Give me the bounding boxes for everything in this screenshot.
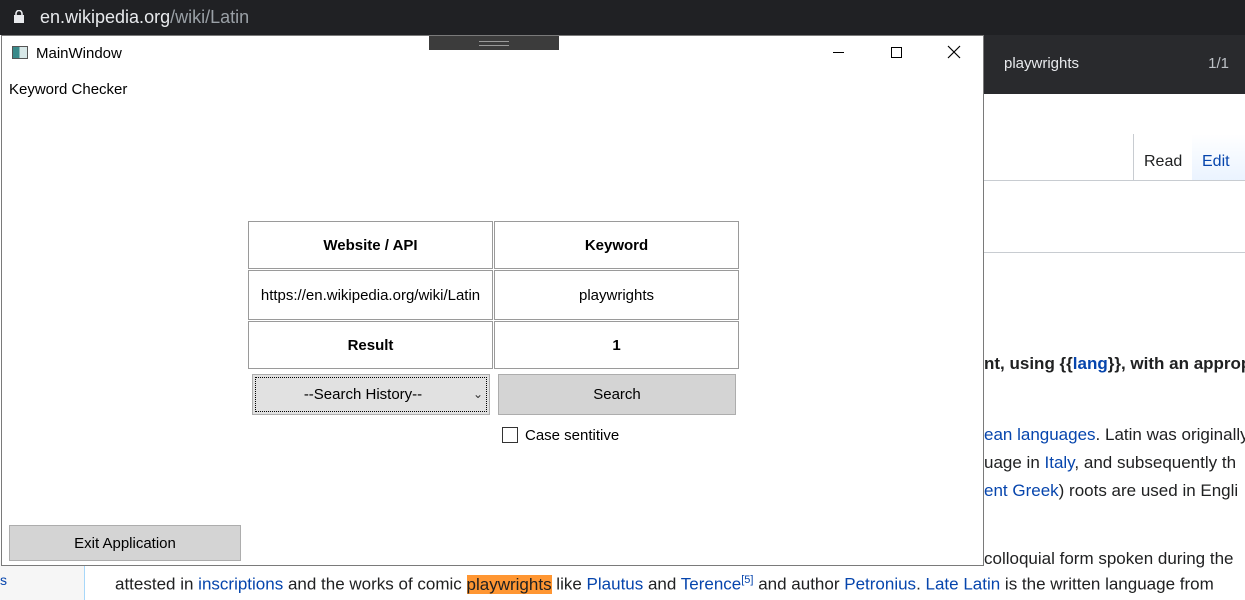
paragraph-line: uage in Italy, and subsequently th bbox=[984, 453, 1236, 473]
paragraph-text: like bbox=[551, 574, 587, 594]
paragraph-text: , and subsequently th bbox=[1074, 453, 1237, 472]
petronius-link[interactable]: Petronius bbox=[844, 575, 916, 594]
case-sensitive-label: Case sentitive bbox=[525, 427, 620, 444]
paragraph-text: and author bbox=[753, 574, 845, 594]
paragraph-text: and the works of comic bbox=[283, 574, 467, 594]
exit-application-button[interactable]: Exit Application bbox=[9, 525, 241, 561]
reference-link[interactable]: [5] bbox=[741, 574, 753, 586]
window-title: MainWindow bbox=[36, 45, 122, 62]
close-icon bbox=[947, 45, 961, 59]
paragraph-line: ent Greek) roots are used in Engli bbox=[984, 481, 1238, 501]
search-history-dropdown[interactable]: --Search History-- ⌄ bbox=[252, 374, 490, 415]
paragraph-line: colloquial form spoken during the bbox=[984, 549, 1234, 568]
paragraph-text: and bbox=[643, 574, 681, 594]
paragraph-text: uage in bbox=[984, 453, 1045, 472]
inscriptions-link[interactable]: inscriptions bbox=[198, 575, 283, 594]
paragraph-text: . Latin was originally bbox=[1095, 425, 1245, 444]
find-bar: playwrights 1/1 bbox=[984, 35, 1245, 94]
greek-link[interactable]: ent Greek bbox=[984, 481, 1059, 500]
paragraph-text: attested in bbox=[115, 574, 199, 594]
close-button[interactable] bbox=[931, 36, 977, 68]
wiki-header-area bbox=[984, 138, 1132, 181]
terence-link[interactable]: Terence bbox=[681, 575, 741, 594]
lang-link[interactable]: lang bbox=[1073, 354, 1108, 373]
tab-read[interactable]: Read bbox=[1133, 134, 1193, 181]
hatnote-suffix: }}, with an approp bbox=[1107, 354, 1245, 373]
heading-divider bbox=[984, 252, 1245, 253]
minimize-button[interactable] bbox=[815, 36, 861, 68]
search-button[interactable]: Search bbox=[498, 374, 736, 415]
keyword-input[interactable]: playwrights bbox=[494, 270, 739, 320]
tab-edit[interactable]: Edit bbox=[1192, 134, 1245, 181]
wiki-sidebar: s bbox=[0, 560, 85, 600]
result-label: Result bbox=[248, 321, 493, 369]
find-query[interactable]: playwrights bbox=[1004, 55, 1079, 72]
italy-link[interactable]: Italy bbox=[1045, 453, 1075, 472]
url-host: en.wikipedia.org bbox=[40, 7, 171, 27]
hatnote-text: nt, using {{lang}}, with an approp bbox=[984, 354, 1245, 374]
app-heading: Keyword Checker bbox=[9, 81, 128, 98]
drag-handle[interactable] bbox=[429, 36, 559, 50]
website-input[interactable]: https://en.wikipedia.org/wiki/Latin bbox=[248, 270, 493, 320]
sidebar-link[interactable]: s bbox=[0, 572, 7, 588]
hatnote-prefix: nt, using {{ bbox=[984, 354, 1073, 373]
app-icon bbox=[12, 46, 28, 59]
url-text[interactable]: en.wikipedia.org/wiki/Latin bbox=[40, 7, 249, 28]
chevron-down-icon: ⌄ bbox=[472, 387, 483, 401]
paragraph-text: is the written language from bbox=[1000, 574, 1214, 594]
paragraph-line: attested in inscriptions and the works o… bbox=[115, 574, 1214, 595]
find-count: 1/1 bbox=[1208, 55, 1229, 72]
tab-edit-label: Edit bbox=[1202, 153, 1230, 170]
minimize-icon bbox=[832, 51, 844, 53]
header-keyword: Keyword bbox=[494, 221, 739, 269]
find-highlight: playwrights bbox=[466, 574, 552, 594]
late-latin-link[interactable]: Late Latin bbox=[926, 575, 1001, 594]
browser-address-bar: en.wikipedia.org/wiki/Latin bbox=[0, 0, 1245, 35]
url-path: /wiki/Latin bbox=[170, 7, 250, 27]
paragraph-text: ) roots are used in Engli bbox=[1058, 481, 1239, 500]
title-bar[interactable]: MainWindow bbox=[2, 36, 983, 68]
search-history-label: --Search History-- bbox=[303, 386, 423, 403]
result-value: 1 bbox=[494, 321, 739, 369]
plautus-link[interactable]: Plautus bbox=[587, 575, 644, 594]
header-website: Website / API bbox=[248, 221, 493, 269]
tab-read-label: Read bbox=[1144, 153, 1183, 170]
case-sensitive-checkbox[interactable] bbox=[502, 427, 518, 443]
lock-icon bbox=[14, 10, 24, 23]
maximize-icon bbox=[890, 46, 902, 58]
app-window: MainWindow Keyword Checker Website / API… bbox=[1, 35, 984, 566]
paragraph-line: ean languages. Latin was originally bbox=[984, 425, 1245, 445]
languages-link[interactable]: ean languages bbox=[984, 425, 1096, 444]
paragraph-text: . bbox=[916, 574, 926, 594]
results-table: Website / API Keyword https://en.wikiped… bbox=[248, 221, 739, 370]
maximize-button[interactable] bbox=[873, 36, 919, 68]
tab-divider bbox=[984, 180, 1245, 181]
